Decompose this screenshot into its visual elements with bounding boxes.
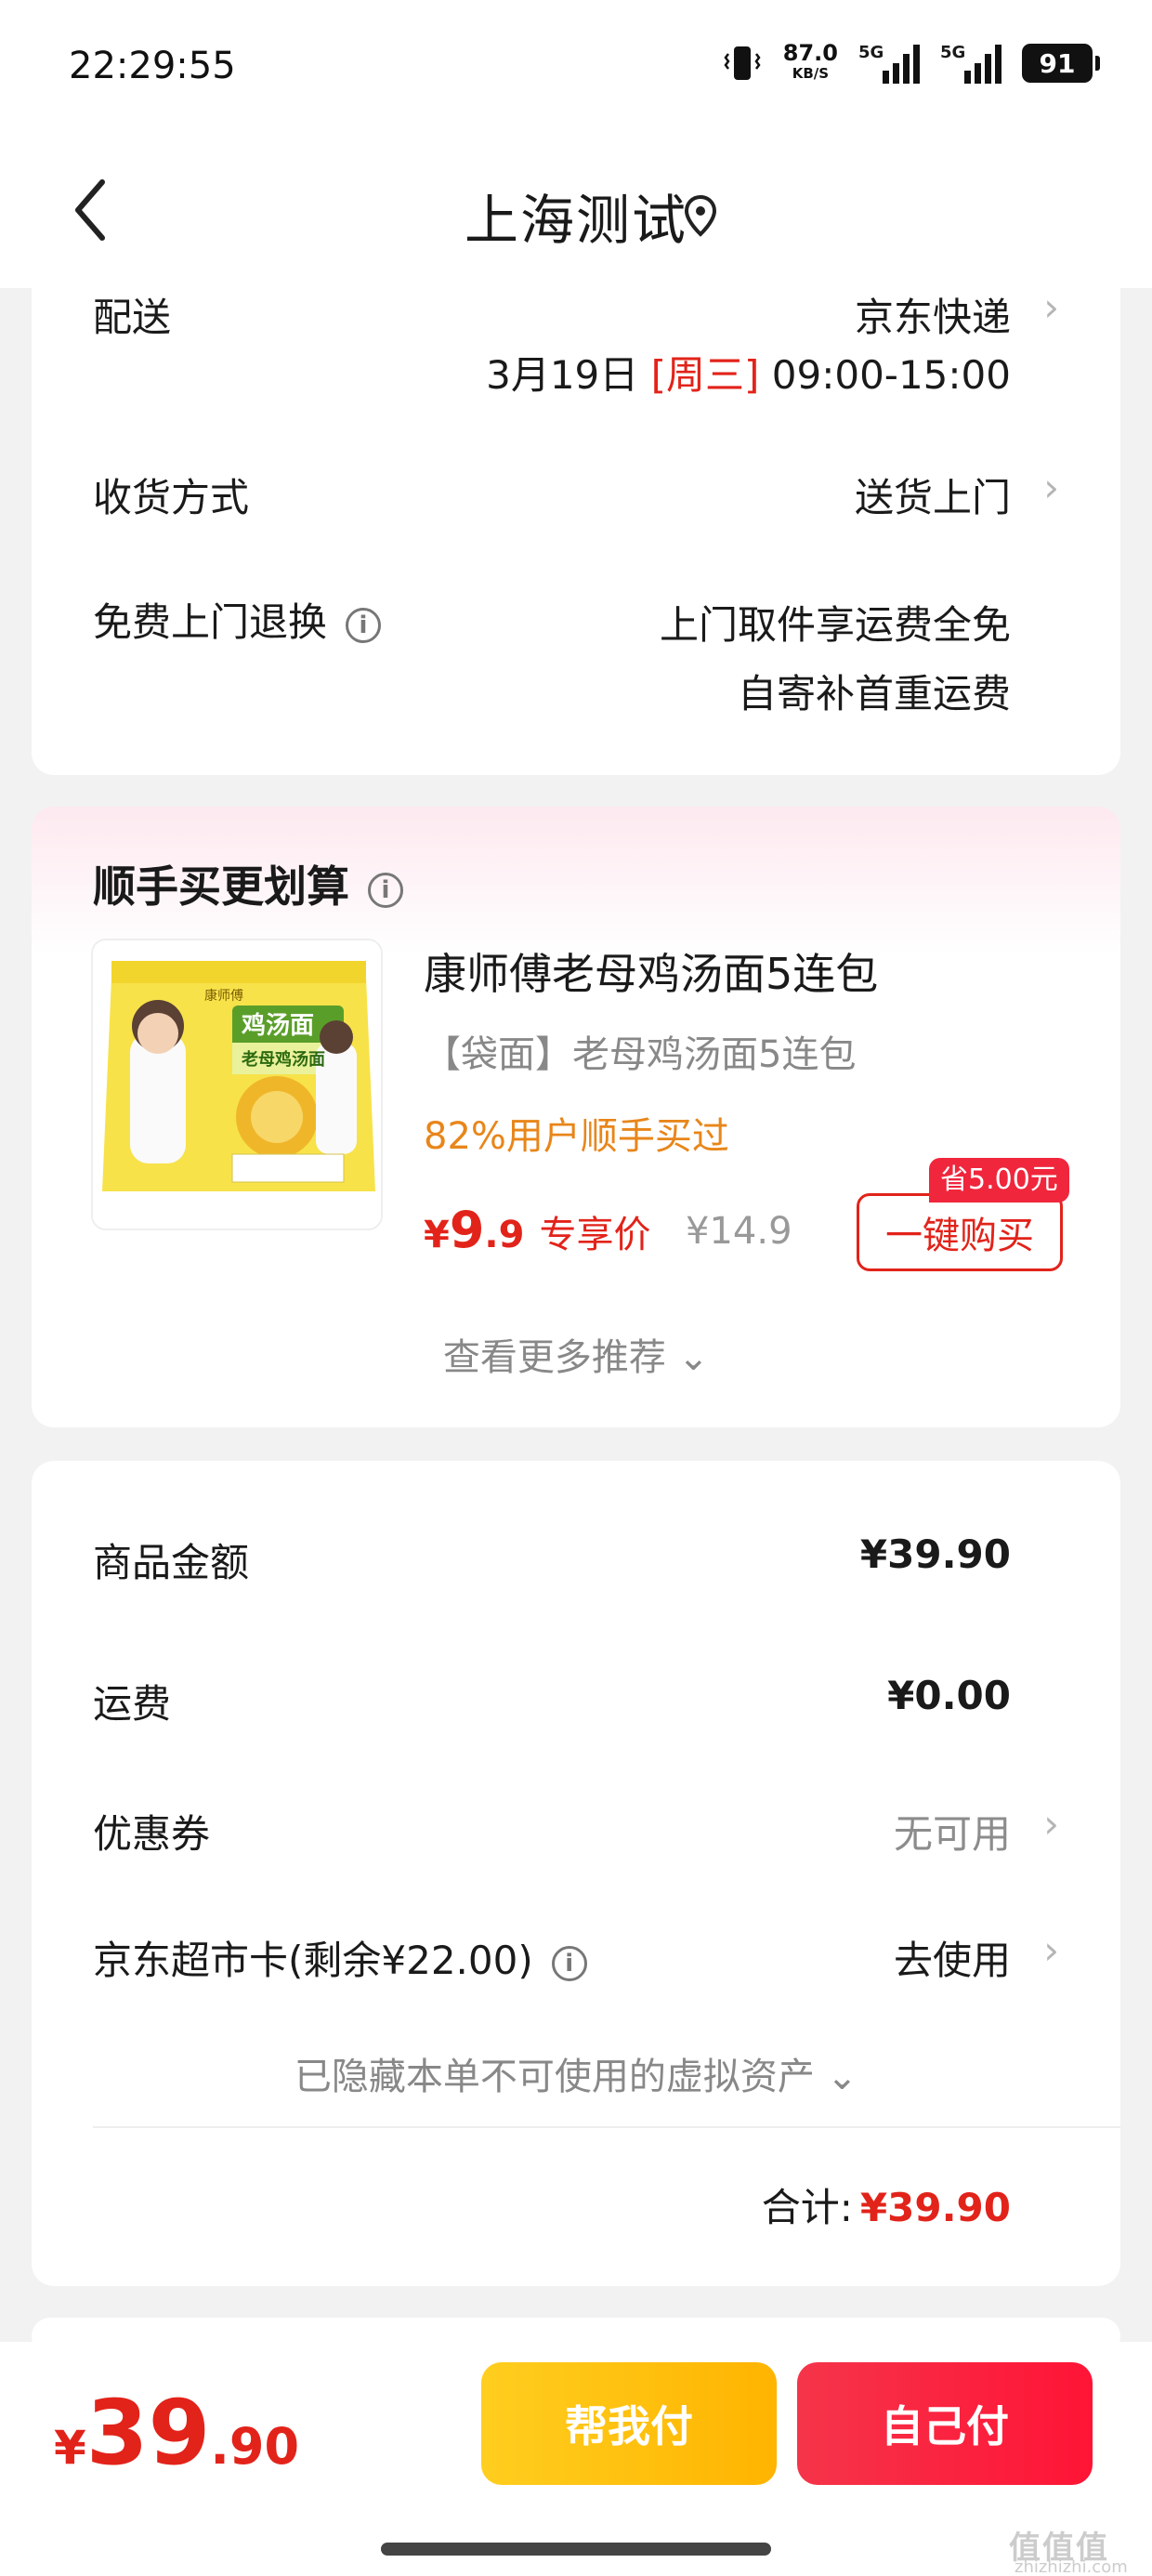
home-indicator[interactable]	[381, 2543, 771, 2556]
noodle-package-icon: 康师傅 鸡汤面 老母鸡汤面	[93, 940, 381, 1229]
delivery-time-range: 09:00-15:00	[771, 352, 1011, 398]
save-badge: 省5.00元	[929, 1158, 1069, 1203]
vibrate-icon	[724, 46, 761, 80]
free-return-line1: 上门取件享运费全免	[659, 602, 1011, 648]
battery-icon: 91	[1022, 44, 1100, 83]
delivery-carrier[interactable]: 京东快递	[855, 286, 1011, 343]
pay-amount-dec: .90	[210, 2417, 300, 2476]
total-row: 合计: ¥39.90	[762, 2176, 1011, 2233]
info-icon[interactable]: i	[346, 607, 382, 643]
signal-2: 5G	[940, 43, 1001, 84]
delivery-date: 3月19日	[486, 352, 639, 398]
one-click-buy-button[interactable]: 一键购买	[857, 1193, 1063, 1271]
net-speed: 87.0 KB/S	[782, 40, 838, 84]
recommend-title: 顺手买更划算 i	[93, 853, 403, 914]
total-value: ¥39.90	[859, 2185, 1011, 2230]
location-pin-icon[interactable]	[682, 193, 719, 238]
package-flavor: 老母鸡汤面	[242, 1049, 325, 1070]
info-icon[interactable]: i	[368, 872, 403, 908]
chevron-right-icon[interactable]: ›	[1043, 1801, 1059, 1847]
delivery-time: 3月19日 [周三] 09:00-15:00	[486, 344, 1011, 401]
package-name: 鸡汤面	[241, 1011, 314, 1040]
product-name[interactable]: 康师傅老母鸡汤面5连包	[424, 940, 878, 1002]
chevron-right-icon[interactable]: ›	[1043, 465, 1059, 510]
jd-card-row: 京东超市卡(剩余¥22.00) i	[93, 1929, 587, 1986]
price-currency: ¥	[424, 1214, 450, 1256]
info-icon[interactable]: i	[551, 1945, 587, 1981]
receive-method-value[interactable]: 送货上门	[855, 467, 1011, 523]
price-summary-card: 商品金额 ¥39.90 运费 ¥0.00 优惠券 无可用 › 京东超市卡(剩余¥…	[32, 1461, 1120, 2286]
signal-1: 5G	[858, 43, 920, 84]
chevron-right-icon[interactable]: ›	[1043, 1927, 1059, 1973]
delivery-weekday: [周三]	[650, 352, 760, 398]
product-price: ¥9.9 专享价	[424, 1201, 650, 1259]
free-return-value: 上门取件享运费全免 自寄补首重运费	[660, 591, 1011, 729]
price-dec: .9	[484, 1214, 525, 1256]
goods-amount-label: 商品金额	[93, 1540, 250, 1585]
signal-1-type: 5G	[858, 43, 884, 62]
nav-bar: 上海测试	[0, 139, 1152, 288]
product-spec: 【袋面】老母鸡汤面5连包	[424, 1033, 857, 1076]
watermark-url: zhizhizhi.com	[1015, 2557, 1128, 2576]
free-return-row: 免费上门退换 i	[93, 591, 382, 648]
coupon-value[interactable]: 无可用	[894, 1803, 1011, 1860]
delivery-label: 配送	[93, 295, 172, 340]
free-return-label: 免费上门退换	[93, 599, 328, 645]
delivery-card: 配送 京东快递 › 3月19日 [周三] 09:00-15:00 收货方式 送货…	[32, 279, 1120, 775]
chevron-right-icon[interactable]: ›	[1043, 284, 1059, 330]
pay-amount: ¥39.90	[54, 2381, 299, 2485]
page-title: 上海测试	[464, 189, 687, 252]
original-price: ¥14.9	[686, 1210, 792, 1253]
recommend-title-text: 顺手买更划算	[93, 861, 349, 912]
pay-currency: ¥	[54, 2421, 86, 2475]
status-bar: 22:29:55 87.0 KB/S 5G 5G 91	[0, 0, 1152, 139]
hidden-assets-toggle[interactable]: 已隐藏本单不可使用的虚拟资产 ⌄	[32, 2046, 1120, 2100]
shipping-label: 运费	[93, 1681, 172, 1727]
help-pay-button[interactable]: 帮我付	[481, 2362, 777, 2485]
coupon-label: 优惠券	[93, 1811, 211, 1857]
goods-amount-value: ¥39.90	[859, 1531, 1011, 1577]
shipping-value: ¥0.00	[887, 1673, 1011, 1718]
receive-method-label: 收货方式	[93, 475, 250, 520]
pay-amount-int: 39	[85, 2381, 211, 2485]
jd-card-label: 京东超市卡(剩余¥22.00)	[93, 1938, 533, 1983]
status-icons: 87.0 KB/S 5G 5G 91	[722, 40, 1100, 84]
signal-2-type: 5G	[940, 43, 966, 62]
divider	[93, 2126, 1120, 2128]
recommend-card: 顺手买更划算 i 康师傅 鸡汤面 老母鸡汤面 康师傅老母鸡汤面5连包 【袋面】老母…	[32, 807, 1120, 1427]
self-pay-button[interactable]: 自己付	[797, 2362, 1093, 2485]
total-label: 合计:	[761, 2185, 853, 2230]
price-tag: 专享价	[539, 1214, 651, 1256]
free-return-line2: 自寄补首重运费	[737, 671, 1011, 716]
product-stat: 82%用户顺手买过	[424, 1115, 729, 1158]
net-speed-unit: KB/S	[792, 65, 830, 82]
package-brand: 康师傅	[204, 988, 243, 1004]
net-speed-value: 87.0	[782, 40, 838, 66]
status-time: 22:29:55	[69, 45, 236, 87]
product-image[interactable]: 康师傅 鸡汤面 老母鸡汤面	[91, 939, 383, 1230]
price-int: 9	[449, 1201, 485, 1259]
more-recommend-link[interactable]: 查看更多推荐 ⌄	[32, 1327, 1120, 1381]
bottom-pay-bar: ¥39.90 帮我付 自己付 值值值 zhizhizhi.com	[0, 2342, 1152, 2576]
jd-card-use[interactable]: 去使用	[894, 1929, 1011, 1986]
